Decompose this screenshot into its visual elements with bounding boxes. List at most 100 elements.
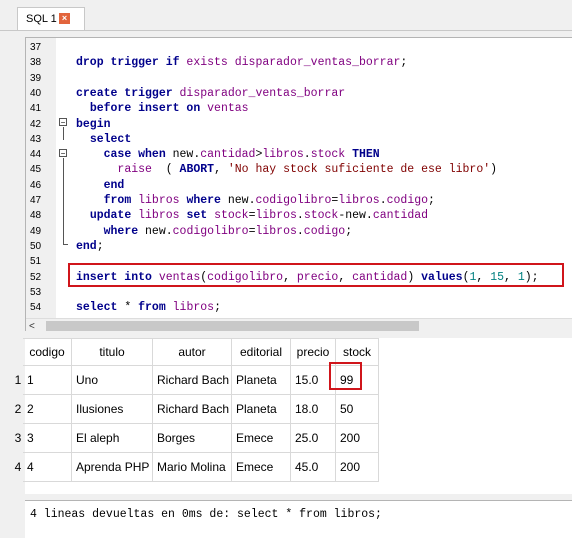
line-number: 53 bbox=[30, 286, 42, 298]
line-number: 48 bbox=[30, 210, 42, 222]
row-number: 2 bbox=[13, 394, 23, 424]
code-line: 46 end bbox=[26, 178, 572, 193]
code-text: raise ( ABORT, 'No hay stock suficiente … bbox=[117, 163, 498, 177]
cell-precio[interactable]: 45.0 bbox=[290, 452, 336, 482]
fold-guide bbox=[63, 127, 64, 140]
code-line: 40 create trigger disparador_ventas_borra… bbox=[26, 86, 572, 101]
code-text: update libros set stock=libros.stock-new… bbox=[89, 209, 429, 223]
cell-codigo[interactable]: 2 bbox=[22, 394, 72, 424]
code-line: 48 update libros set stock=libros.stock-… bbox=[26, 208, 572, 223]
cell-autor[interactable]: Richard Bach bbox=[152, 365, 232, 395]
line-number: 50 bbox=[30, 240, 42, 252]
code-line: 54 select * from libros; bbox=[26, 300, 572, 315]
code-text: from libros where new.codigolibro=libros… bbox=[103, 194, 435, 207]
code-text: end bbox=[103, 178, 125, 192]
code-line: 53 bbox=[26, 285, 572, 300]
code-line: 49 where new.codigolibro=libros.codigo; bbox=[26, 224, 572, 239]
status-message: 4 lineas devueltas en 0ms de: select * f… bbox=[30, 508, 382, 521]
tab-sql-1[interactable]: SQL 1 × bbox=[17, 7, 85, 30]
cell-titulo[interactable]: Uno bbox=[71, 365, 153, 395]
code-line: 38 drop trigger if exists disparador_vent… bbox=[26, 55, 572, 70]
line-number: 37 bbox=[30, 42, 42, 53]
cell-titulo[interactable]: Aprenda PHP bbox=[71, 452, 153, 482]
sql-editor[interactable]: 37 38 drop trigger if exists disparador_ve… bbox=[25, 37, 572, 331]
cell-titulo[interactable]: Ilusiones bbox=[71, 394, 153, 424]
line-number: 43 bbox=[30, 133, 42, 145]
line-number: 44 bbox=[30, 149, 42, 161]
line-number: 46 bbox=[30, 179, 42, 191]
line-number: 42 bbox=[30, 118, 42, 130]
code-line: 39 bbox=[26, 71, 572, 86]
line-number: 54 bbox=[30, 302, 42, 314]
row-number: 3 bbox=[13, 423, 23, 453]
highlight-insert-statement bbox=[68, 263, 564, 287]
table-row[interactable]: 2 2 Ilusiones Richard Bach Planeta 18.0 50 bbox=[13, 394, 379, 424]
code-text: create trigger disparador_ventas_borrar bbox=[76, 86, 346, 100]
line-number: 41 bbox=[30, 103, 42, 115]
line-number: 49 bbox=[30, 225, 42, 237]
cell-autor[interactable]: Borges bbox=[152, 423, 232, 453]
cell-editorial[interactable]: Emece bbox=[231, 423, 291, 453]
table-row[interactable]: 1 1 Uno Richard Bach Planeta 15.0 99 bbox=[13, 365, 379, 395]
cell-autor[interactable]: Richard Bach bbox=[152, 394, 232, 424]
cell-editorial[interactable]: Emece bbox=[231, 452, 291, 482]
code-text: case when new.cantidad>libros.stock THEN bbox=[103, 148, 380, 162]
highlight-stock-cell bbox=[329, 362, 362, 390]
code-line: 42 begin bbox=[26, 117, 572, 132]
code-line: 45 raise ( ABORT, 'No hay stock suficien… bbox=[26, 162, 572, 177]
code-text: begin bbox=[76, 117, 111, 131]
corner-cell bbox=[13, 338, 23, 366]
fold-guide-end bbox=[63, 244, 68, 245]
fold-minus-icon[interactable]: − bbox=[59, 149, 67, 158]
cell-precio[interactable]: 25.0 bbox=[290, 423, 336, 453]
row-number: 1 bbox=[13, 365, 23, 395]
code-text: end; bbox=[76, 239, 104, 253]
cell-codigo[interactable]: 4 bbox=[22, 452, 72, 482]
column-header-editorial[interactable]: editorial bbox=[231, 338, 291, 366]
column-header-autor[interactable]: autor bbox=[152, 338, 232, 366]
code-text: drop trigger if exists disparador_ventas… bbox=[76, 56, 408, 70]
cell-titulo[interactable]: El aleph bbox=[71, 423, 153, 453]
code-text: select * from libros; bbox=[76, 301, 221, 315]
line-number: 39 bbox=[30, 72, 42, 84]
scrollbar-thumb[interactable] bbox=[46, 321, 419, 331]
column-header-titulo[interactable]: titulo bbox=[71, 338, 153, 366]
status-panel: 4 lineas devueltas en 0ms de: select * f… bbox=[25, 500, 572, 538]
cell-precio[interactable]: 18.0 bbox=[290, 394, 336, 424]
cell-stock[interactable]: 50 bbox=[335, 394, 379, 424]
table-row[interactable]: 3 3 El aleph Borges Emece 25.0 200 bbox=[13, 423, 379, 453]
code-line: 41 before insert on ventas bbox=[26, 101, 572, 116]
line-number: 51 bbox=[30, 256, 42, 268]
code-line: 50 end; bbox=[26, 239, 572, 254]
line-number: 40 bbox=[30, 87, 42, 99]
line-number: 45 bbox=[30, 164, 42, 176]
code-line: 43 select bbox=[26, 132, 572, 147]
line-number: 47 bbox=[30, 195, 42, 206]
column-header-codigo[interactable]: codigo bbox=[22, 338, 72, 366]
row-header-column bbox=[0, 338, 13, 494]
results-grid: codigo titulo autor editorial precio stock 11… bbox=[13, 338, 379, 482]
close-icon[interactable]: × bbox=[59, 13, 70, 24]
scroll-left-icon[interactable]: < bbox=[29, 321, 35, 331]
header-row: codigo titulo autor editorial precio stock bbox=[13, 338, 379, 366]
cell-stock[interactable]: 200 bbox=[335, 423, 379, 453]
fold-minus-icon[interactable]: − bbox=[59, 118, 67, 127]
cell-autor[interactable]: Mario Molina bbox=[152, 452, 232, 482]
code-line: 37 bbox=[26, 40, 572, 55]
horizontal-scrollbar[interactable]: < bbox=[26, 318, 572, 331]
tab-label: SQL 1 bbox=[26, 13, 57, 25]
code-line: 44 case when new.cantidad>libros.stock T… bbox=[26, 147, 572, 162]
code-text: select bbox=[89, 132, 132, 146]
line-number: 38 bbox=[30, 57, 42, 69]
cell-editorial[interactable]: Planeta bbox=[231, 394, 291, 424]
code-text: where new.codigolibro=libros.codigo; bbox=[103, 224, 353, 238]
cell-codigo[interactable]: 3 bbox=[22, 423, 72, 453]
cell-editorial[interactable]: Planeta bbox=[231, 365, 291, 395]
tab-bar: SQL 1 × bbox=[0, 0, 572, 31]
cell-codigo[interactable]: 1 bbox=[22, 365, 72, 395]
fold-guide bbox=[63, 158, 64, 244]
cell-stock[interactable]: 200 bbox=[335, 452, 379, 482]
table-row[interactable]: 4 4 Aprenda PHP Mario Molina Emece 45.0 200 bbox=[13, 452, 379, 482]
row-number: 4 bbox=[13, 452, 23, 482]
code-line: 47 from libros where new.codigolibro=lib… bbox=[26, 193, 572, 208]
